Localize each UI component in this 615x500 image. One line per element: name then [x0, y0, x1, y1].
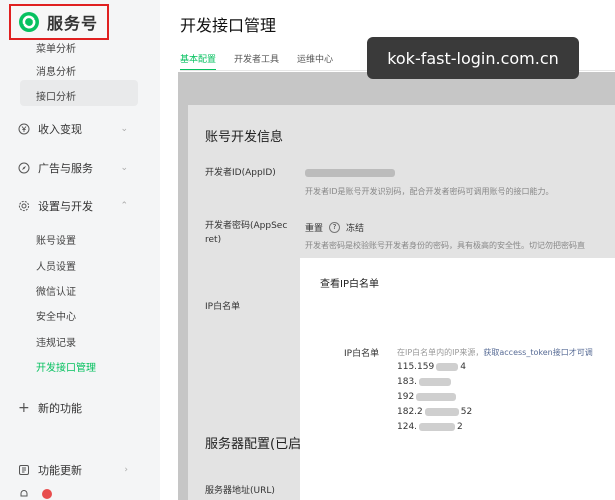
notification-badge [42, 489, 52, 499]
sidebar-group-income[interactable]: 收入变现 ⌄ [18, 121, 128, 137]
ip-entry: 182.2 52 [397, 407, 472, 417]
brand-name: 服务号 [47, 14, 99, 33]
dialog-title: 查看IP白名单 [320, 279, 379, 290]
freeze-button[interactable]: 冻结 [346, 221, 364, 234]
compass-icon [18, 162, 30, 174]
yen-circle-icon [18, 123, 30, 135]
ip-entry-head: 192 [397, 392, 415, 402]
chevron-down-icon: ⌄ [120, 124, 128, 134]
ip-entry-head: 115.159 [397, 362, 435, 372]
chevron-up-icon: ⌃ [120, 201, 128, 211]
tab-dev-tools[interactable]: 开发者工具 [234, 52, 279, 71]
bell-icon [20, 490, 28, 497]
sidebar-item-menu-analysis[interactable]: 菜单分析 [36, 40, 76, 55]
appid-label: 开发者ID(AppID) [205, 168, 276, 178]
service-account-logo-icon [19, 12, 39, 32]
ip-entry: 124. 2 [397, 422, 463, 432]
watermark: kok-fast-login.com.cn [367, 37, 579, 79]
tab-ops-center[interactable]: 运维中心 [297, 52, 333, 71]
sidebar: 服务号 菜单分析 消息分析 接口分析 收入变现 ⌄ 广告与服务 ⌄ 设置与开发 … [0, 0, 160, 500]
sidebar-item-wechat-verify[interactable]: 微信认证 [36, 283, 76, 298]
brand-header[interactable]: 服务号 [9, 4, 109, 40]
secret-description: 开发者密码是校验账号开发者身份的密码，具有极高的安全性。切记勿把密码直 [305, 241, 585, 250]
sidebar-new-feature[interactable]: + 新的功能 [18, 400, 128, 416]
ip-entry: 115.159 4 [397, 362, 466, 372]
ip-entry-tail: 52 [460, 407, 473, 417]
sidebar-new-feature-label: 新的功能 [38, 402, 82, 415]
help-icon[interactable]: ? [329, 222, 341, 233]
sidebar-group-ads-label: 广告与服务 [38, 162, 93, 175]
tab-bar: 基本配置 开发者工具 运维中心 [180, 52, 351, 71]
reset-button[interactable]: 重置 [305, 221, 323, 234]
sidebar-item-people-settings[interactable]: 人员设置 [36, 258, 76, 273]
sidebar-item-api-analysis[interactable]: 接口分析 [36, 88, 76, 103]
ip-entry-head: 183. [397, 377, 418, 387]
server-url-label: 服务器地址(URL) [205, 486, 275, 496]
ip-whitelist-dialog: 查看IP白名单 IP白名单 在IP白名单内的IP来源，获取access_toke… [300, 258, 615, 500]
appid-value [305, 168, 395, 178]
ip-entry-head: 124. [397, 422, 418, 432]
dev-info-title: 账号开发信息 [205, 130, 284, 145]
secret-label-line2: ret) [205, 235, 222, 245]
update-icon [19, 465, 29, 475]
secret-actions: 重置 ? 冻结 [305, 221, 364, 234]
sidebar-item-account-settings[interactable]: 账号设置 [36, 232, 76, 247]
gear-icon [18, 200, 30, 212]
sidebar-feature-updates-label: 功能更新 [38, 464, 82, 477]
page-title: 开发接口管理 [180, 16, 277, 35]
access-token-link[interactable]: 获取access_token接口才可调 [483, 348, 592, 357]
chevron-down-icon: ⌄ [120, 163, 128, 173]
plus-icon: + [18, 400, 30, 416]
sidebar-notifications[interactable] [18, 488, 128, 500]
sidebar-group-income-label: 收入变现 [38, 123, 82, 136]
ip-entry-tail: 4 [460, 362, 466, 372]
sidebar-group-dev[interactable]: 设置与开发 ⌃ [18, 198, 128, 214]
ip-entry: 183. [397, 377, 453, 387]
sidebar-item-message-analysis[interactable]: 消息分析 [36, 63, 76, 78]
sidebar-group-ads[interactable]: 广告与服务 ⌄ [18, 160, 128, 176]
sidebar-feature-updates[interactable]: 功能更新 › [18, 462, 128, 478]
sidebar-item-violation-records[interactable]: 违规记录 [36, 334, 76, 349]
dialog-description-text: 在IP白名单内的IP来源， [397, 348, 484, 357]
server-config-title: 服务器配置(已启 [205, 437, 302, 452]
dialog-ip-label: IP白名单 [344, 349, 380, 359]
sidebar-item-security-center[interactable]: 安全中心 [36, 308, 76, 323]
sidebar-group-dev-label: 设置与开发 [38, 200, 93, 213]
ip-entry-head: 182.2 [397, 407, 423, 417]
tab-basic-config[interactable]: 基本配置 [180, 52, 217, 71]
dialog-description: 在IP白名单内的IP来源，获取access_token接口才可调 [397, 347, 593, 358]
secret-label-line1: 开发者密码(AppSec [205, 221, 288, 231]
appid-description: 开发者ID是账号开发识别码，配合开发者密码可调用账号的接口能力。 [305, 187, 554, 196]
ip-entry: 192 [397, 392, 458, 402]
ip-entry-tail: 2 [457, 422, 463, 432]
ip-whitelist-label: IP白名单 [205, 302, 241, 312]
sidebar-item-dev-api-management[interactable]: 开发接口管理 [36, 359, 96, 374]
chevron-right-icon: › [124, 465, 128, 475]
